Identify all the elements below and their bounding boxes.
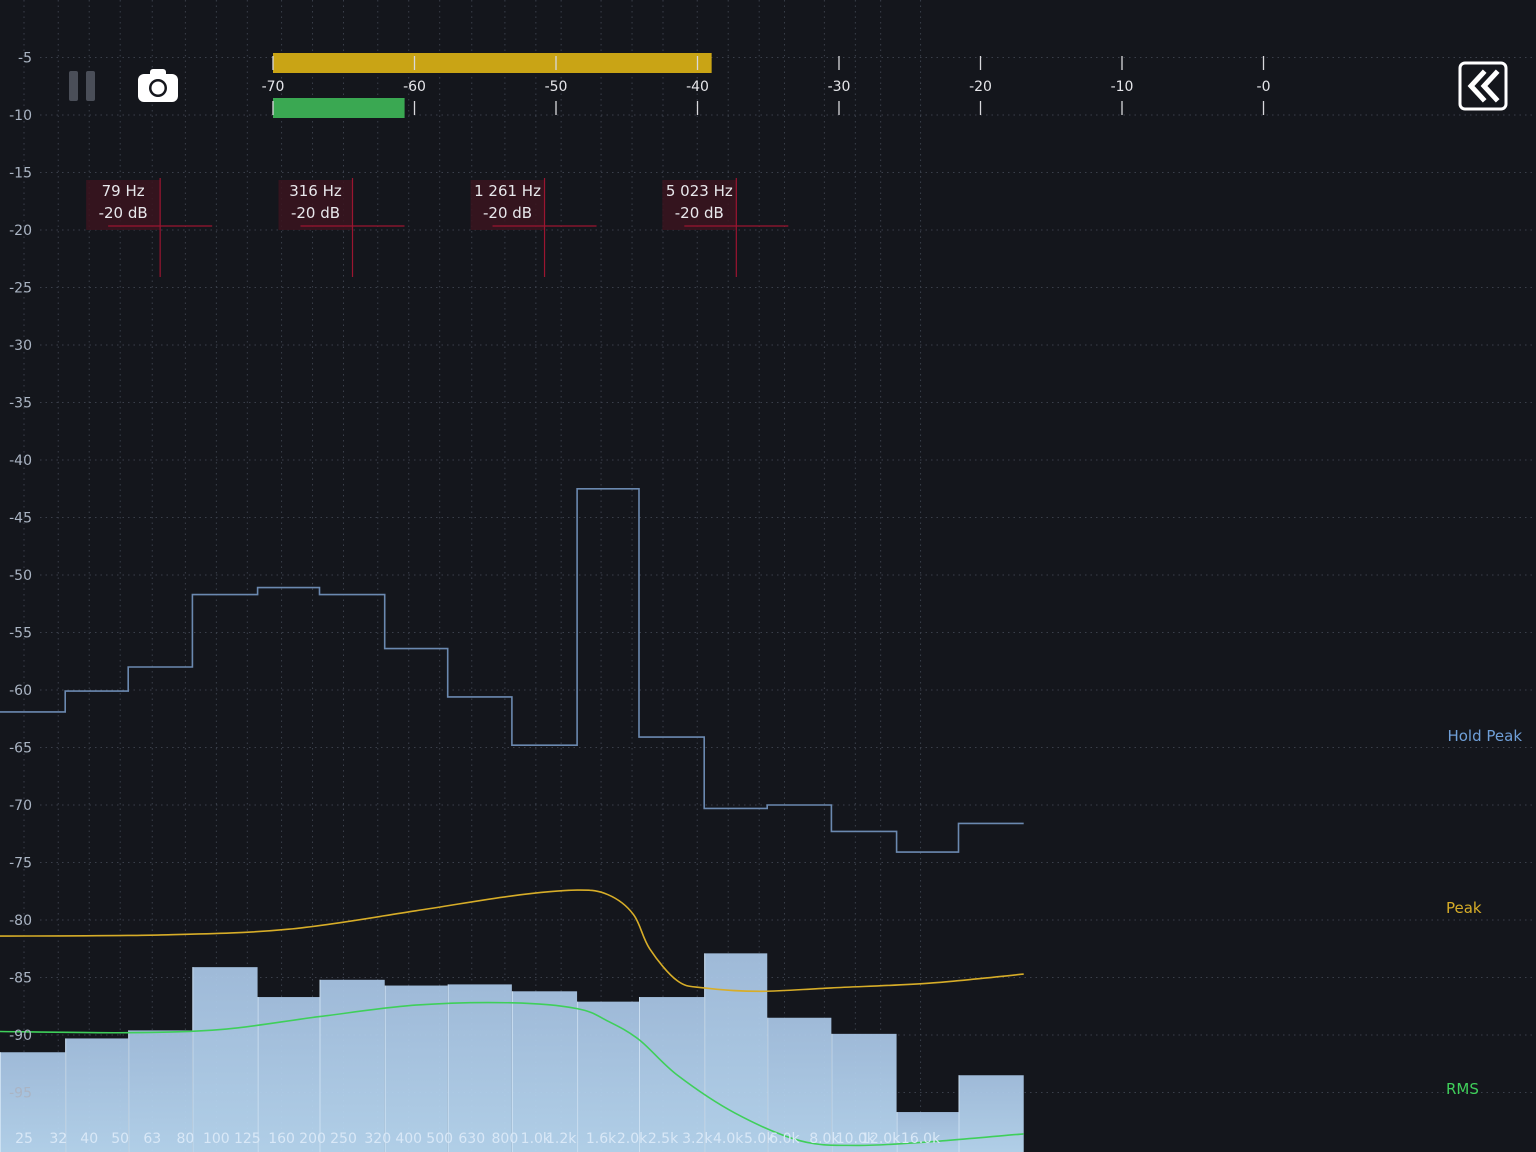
marker-freq-label: 316 Hz xyxy=(289,182,342,200)
y-tick-label: -20 xyxy=(9,223,32,239)
y-tick-label: -15 xyxy=(9,166,32,182)
y-tick-label: -30 xyxy=(9,338,32,354)
rms-legend: RMS xyxy=(1446,1080,1479,1098)
y-tick-label: -45 xyxy=(9,511,32,527)
meter-tick-label: -40 xyxy=(686,79,709,95)
x-tick-label: 250 xyxy=(330,1131,357,1147)
y-tick-label: -85 xyxy=(9,971,32,987)
band-bar-5 xyxy=(319,979,385,1152)
band-bar-9 xyxy=(577,1001,639,1152)
y-tick-label: -40 xyxy=(9,453,32,469)
y-tick-label: -60 xyxy=(9,683,32,699)
peak-legend: Peak xyxy=(1446,899,1482,917)
meter-tick-label: -30 xyxy=(828,79,851,95)
x-tick-label: 400 xyxy=(395,1131,422,1147)
y-tick-label: -50 xyxy=(9,568,32,584)
marker-0[interactable]: 79 Hz -20 dB xyxy=(86,178,213,277)
y-tick-label: -5 xyxy=(18,51,32,67)
meter-tick-label: -50 xyxy=(545,79,568,95)
peak-curve xyxy=(0,889,1024,993)
y-tick-label: -25 xyxy=(9,281,32,297)
y-tick-label: -75 xyxy=(9,856,32,872)
band-bar-8 xyxy=(511,991,578,1152)
x-tick-label: 63 xyxy=(143,1131,161,1147)
rms-level-bar xyxy=(273,98,405,118)
x-tick-label: 2.0k xyxy=(617,1131,648,1147)
band-bar-10 xyxy=(639,997,705,1152)
x-tick-label: 100 xyxy=(203,1131,230,1147)
marker-3[interactable]: 5 023 Hz -20 dB xyxy=(662,178,789,277)
marker-db-label: -20 dB xyxy=(99,204,148,222)
meter-tick-label: -0 xyxy=(1257,79,1271,95)
camera-icon xyxy=(138,69,178,102)
y-tick-label: -70 xyxy=(9,798,32,814)
x-tick-label: 25 xyxy=(15,1131,33,1147)
x-tick-label: 500 xyxy=(426,1131,453,1147)
x-tick-label: 1.6k xyxy=(586,1131,617,1147)
pause-button[interactable] xyxy=(62,66,104,106)
pause-icon xyxy=(69,71,95,101)
hold-peak-legend: Hold Peak xyxy=(1447,727,1522,745)
marker-2[interactable]: 1 261 Hz -20 dB xyxy=(470,178,597,277)
marker-db-label: -20 dB xyxy=(291,204,340,222)
peak-level-bar xyxy=(273,53,712,73)
y-tick-label: -90 xyxy=(9,1028,32,1044)
x-tick-label: 32 xyxy=(49,1131,67,1147)
marker-1[interactable]: 316 Hz -20 dB xyxy=(278,178,405,277)
y-tick-label: -65 xyxy=(9,741,32,757)
x-tick-label: 2.5k xyxy=(648,1131,679,1147)
band-bar-15 xyxy=(958,1075,1024,1152)
collapse-panel-button[interactable] xyxy=(1458,61,1508,111)
x-tick-label: 160 xyxy=(268,1131,295,1147)
spectrum-analyzer-chart[interactable]: 79 Hz-20 dB316 Hz-20 dB1 261 Hz-20 dB5 0… xyxy=(0,0,1536,1152)
x-tick-label: 80 xyxy=(176,1131,194,1147)
x-tick-label: 1.2k xyxy=(546,1131,577,1147)
band-bar-3 xyxy=(192,967,258,1152)
marker-freq-label: 1 261 Hz xyxy=(474,182,541,200)
double-chevron-left-icon xyxy=(1458,61,1508,111)
x-tick-label: 320 xyxy=(364,1131,391,1147)
y-tick-label: -10 xyxy=(9,108,32,124)
y-tick-label: -95 xyxy=(9,1086,32,1102)
marker-db-label: -20 dB xyxy=(675,204,724,222)
band-bar-11 xyxy=(704,953,768,1152)
x-tick-label: 630 xyxy=(458,1131,485,1147)
band-bar-7 xyxy=(447,984,512,1152)
x-tick-label: 12.0k xyxy=(861,1131,901,1147)
y-tick-label: -35 xyxy=(9,396,32,412)
y-tick-label: -80 xyxy=(9,913,32,929)
marker-freq-label: 79 Hz xyxy=(102,182,145,200)
x-tick-label: 125 xyxy=(234,1131,261,1147)
marker-db-label: -20 dB xyxy=(483,204,532,222)
x-tick-label: 200 xyxy=(299,1131,326,1147)
x-tick-label: 3.2k xyxy=(682,1131,713,1147)
x-tick-label: 50 xyxy=(111,1131,129,1147)
snapshot-button[interactable] xyxy=(133,64,183,108)
x-tick-label: 800 xyxy=(492,1131,519,1147)
meter-tick-label: -60 xyxy=(403,79,426,95)
x-tick-label: 40 xyxy=(80,1131,98,1147)
band-bar-6 xyxy=(384,985,448,1152)
x-tick-label: 4.0k xyxy=(713,1131,744,1147)
meter-tick-label: -20 xyxy=(969,79,992,95)
x-tick-label: 6.0k xyxy=(769,1131,800,1147)
y-tick-label: -55 xyxy=(9,626,32,642)
hold-peak-line xyxy=(0,488,1024,853)
x-tick-label: 16.0k xyxy=(901,1131,941,1147)
meter-tick-label: -10 xyxy=(1111,79,1134,95)
meter-tick-label: -70 xyxy=(262,79,285,95)
marker-freq-label: 5 023 Hz xyxy=(666,182,733,200)
